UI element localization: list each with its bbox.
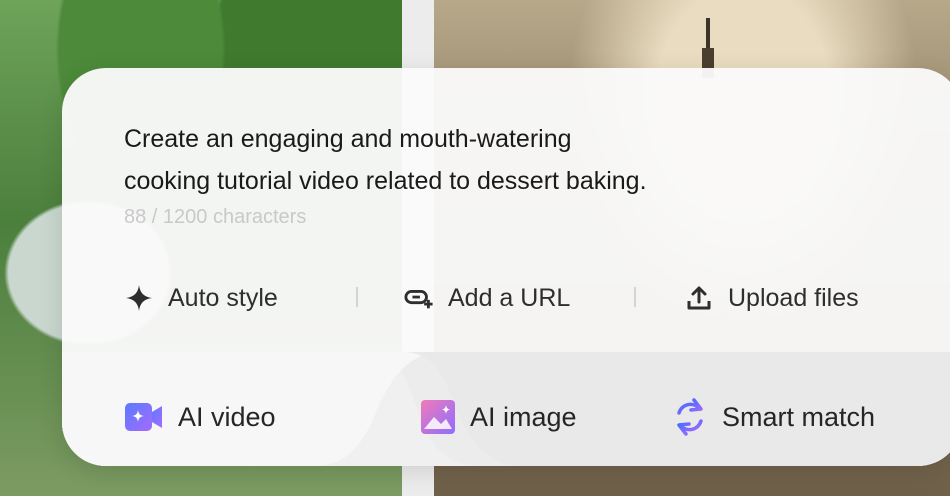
toolbar-separator bbox=[634, 287, 636, 307]
upload-files-button[interactable]: Upload files bbox=[684, 278, 859, 318]
character-counter: 88 / 1200 characters bbox=[124, 206, 307, 228]
tab-smart-match[interactable]: Smart match bbox=[672, 394, 875, 440]
prompt-text[interactable]: Create an engaging and mouth-watering co… bbox=[124, 118, 824, 202]
tab-smart-match-label: Smart match bbox=[722, 401, 876, 432]
tab-ai-video-label: AI video bbox=[178, 401, 276, 432]
add-url-button[interactable]: Add a URL bbox=[404, 278, 570, 318]
upload-files-label: Upload files bbox=[728, 283, 859, 312]
prompt-line-2: cooking tutorial video related to desser… bbox=[124, 167, 647, 195]
video-camera-sparkle-icon bbox=[124, 401, 164, 433]
auto-style-button[interactable]: Auto style bbox=[124, 278, 278, 318]
toolbar-separator bbox=[356, 287, 358, 307]
image-icon bbox=[420, 399, 456, 435]
upload-icon bbox=[684, 283, 714, 313]
refresh-icon bbox=[672, 397, 708, 437]
prompt-line-1: Create an engaging and mouth-watering bbox=[124, 125, 572, 153]
auto-style-label: Auto style bbox=[168, 283, 278, 312]
link-add-icon bbox=[404, 283, 434, 313]
sparkle-icon bbox=[124, 283, 154, 313]
tab-ai-video[interactable]: AI video bbox=[124, 394, 276, 440]
tab-ai-image-label: AI image bbox=[470, 401, 577, 432]
add-url-label: Add a URL bbox=[448, 283, 571, 312]
tab-ai-image[interactable]: AI image bbox=[420, 394, 577, 440]
